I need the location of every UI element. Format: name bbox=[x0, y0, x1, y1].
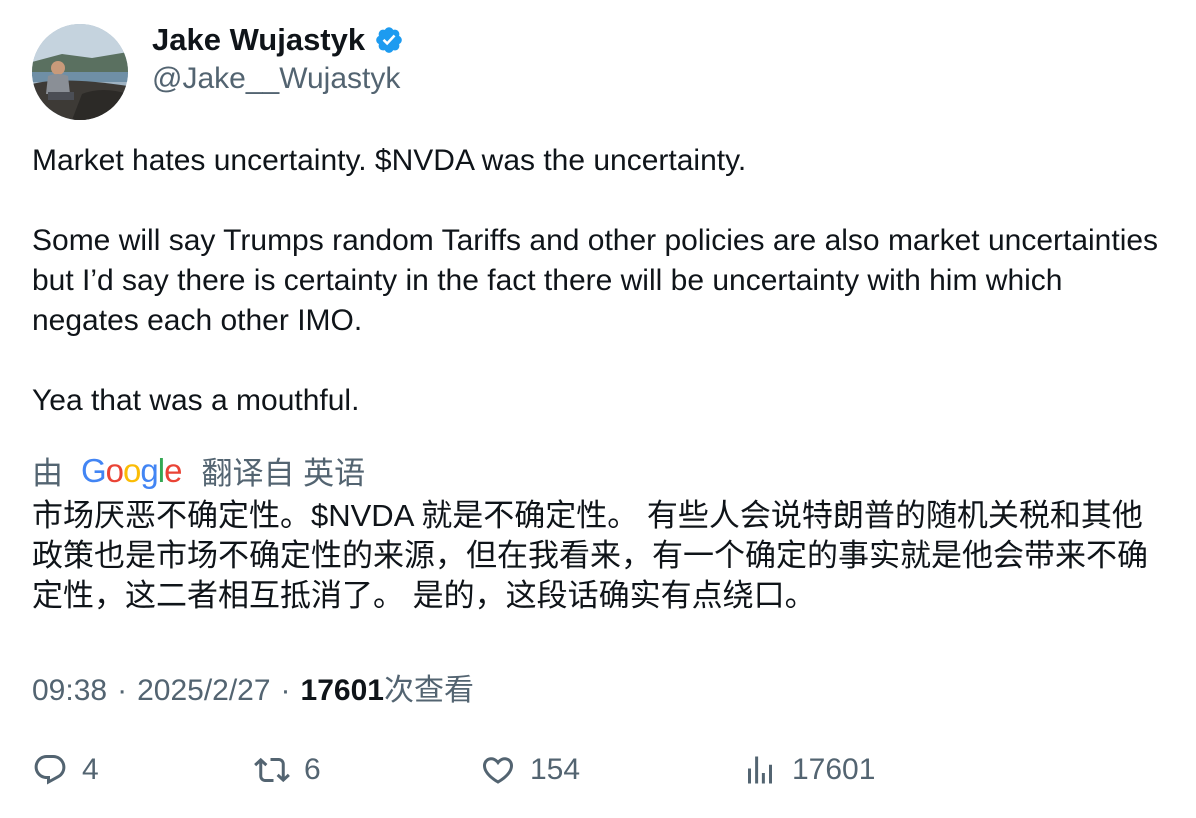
reply-count: 4 bbox=[82, 753, 99, 786]
tweet-time[interactable]: 09:38 bbox=[32, 674, 107, 707]
translated-text: 市场厌恶不确定性。$NVDA 就是不确定性。 有些人会说特朗普的随机关税和其他政… bbox=[32, 498, 1148, 613]
translation-source-language[interactable]: 翻译自 英语 bbox=[201, 448, 365, 493]
tweet-date[interactable]: 2025/2/27 bbox=[137, 674, 270, 707]
retweet-icon bbox=[254, 757, 290, 783]
tweet-paragraph: Some will say Trumps random Tariffs and … bbox=[32, 224, 1159, 337]
tweet-paragraph: Yea that was a mouthful. bbox=[32, 384, 360, 417]
tweet-text: Market hates uncertainty. $NVDA was the … bbox=[32, 141, 1162, 421]
tweet-paragraph: Market hates uncertainty. $NVDA was the … bbox=[32, 144, 747, 177]
tweet-metadata: 09:38 · 2025/2/27 · 17601次查看 bbox=[32, 674, 474, 707]
avatar[interactable] bbox=[32, 24, 128, 120]
translation-attribution: 由 Google 翻译自 英语 bbox=[32, 448, 365, 493]
view-count: 17601 bbox=[300, 674, 384, 707]
views-count: 17601 bbox=[792, 753, 876, 786]
verified-badge-icon bbox=[376, 27, 402, 53]
like-count: 154 bbox=[530, 753, 581, 786]
analytics-icon bbox=[748, 756, 772, 784]
like-button[interactable]: 154 bbox=[480, 752, 580, 788]
translation-prefix: 由 bbox=[32, 456, 63, 491]
google-logo: Google bbox=[81, 451, 182, 489]
author-name-row: Jake Wujastyk bbox=[152, 22, 404, 58]
like-icon bbox=[482, 757, 514, 784]
author-handle[interactable]: @Jake__Wujastyk bbox=[152, 62, 400, 96]
view-label: 次查看 bbox=[383, 674, 474, 707]
reply-button[interactable]: 4 bbox=[32, 752, 99, 788]
retweet-button[interactable]: 6 bbox=[254, 752, 321, 788]
avatar-photo bbox=[32, 24, 128, 120]
retweet-count: 6 bbox=[304, 753, 321, 786]
analytics-button[interactable]: 17601 bbox=[742, 752, 875, 788]
author-display-name[interactable]: Jake Wujastyk bbox=[152, 22, 365, 58]
reply-icon bbox=[34, 755, 66, 785]
